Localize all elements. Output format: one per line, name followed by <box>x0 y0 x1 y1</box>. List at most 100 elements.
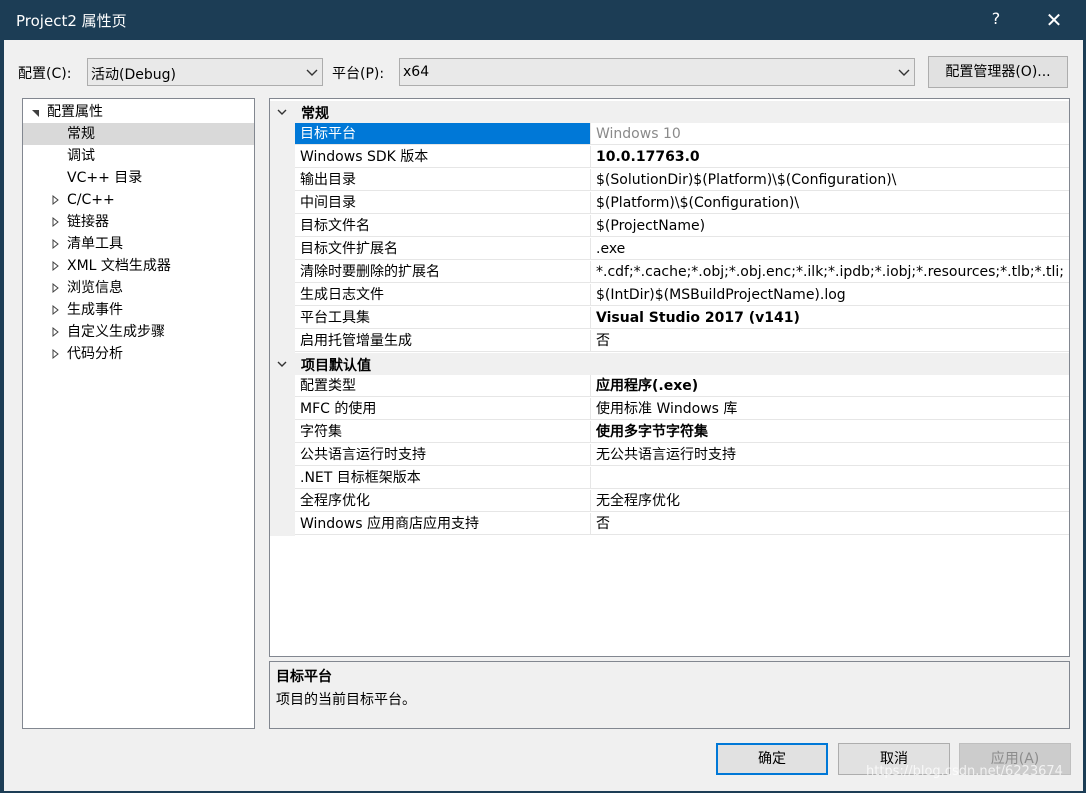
tree-item-label: 常规 <box>67 126 95 142</box>
property-value[interactable] <box>591 467 1069 489</box>
tree-item-label: 浏览信息 <box>67 280 123 296</box>
tree-item-code-analysis[interactable]: 代码分析 <box>23 343 254 365</box>
tree-item-label: 清单工具 <box>67 236 123 252</box>
property-row[interactable]: Windows SDK 版本 10.0.17763.0 <box>270 146 1069 169</box>
tree-item-config-properties[interactable]: 配置属性 <box>23 101 254 123</box>
property-row[interactable]: 配置类型 应用程序(.exe) <box>270 375 1069 398</box>
property-name: 配置类型 <box>295 375 591 397</box>
property-value[interactable]: 否 <box>591 513 1069 535</box>
description-pane: 目标平台 项目的当前目标平台。 <box>269 661 1070 729</box>
collapsed-triangle-icon <box>52 238 59 250</box>
property-row[interactable]: 生成日志文件 $(IntDir)$(MSBuildProjectName).lo… <box>270 284 1069 307</box>
property-value[interactable]: $(Platform)\$(Configuration)\ <box>591 192 1069 214</box>
section-title: 项目默认值 <box>301 358 371 374</box>
property-value[interactable]: 使用标准 Windows 库 <box>591 398 1069 420</box>
property-value[interactable]: 无全程序优化 <box>591 490 1069 512</box>
close-button[interactable]: ✕ <box>1040 6 1068 34</box>
property-row[interactable]: 平台工具集 Visual Studio 2017 (v141) <box>270 307 1069 330</box>
property-name: 目标平台 <box>295 123 591 145</box>
property-grid: 常规 目标平台 Windows 10 Windows SDK 版本 10.0.1… <box>269 98 1070 657</box>
tree-item-browse-info[interactable]: 浏览信息 <box>23 277 254 299</box>
config-label: 配置(C): <box>18 66 72 82</box>
property-value[interactable]: 否 <box>591 330 1069 352</box>
config-combo-value: 活动(Debug) <box>91 67 176 83</box>
tree-item-debugging[interactable]: 调试 <box>23 145 254 167</box>
collapsed-triangle-icon <box>52 304 59 316</box>
property-name: 公共语言运行时支持 <box>295 444 591 466</box>
property-name: .NET 目标框架版本 <box>295 467 591 489</box>
property-row[interactable]: 中间目录 $(Platform)\$(Configuration)\ <box>270 192 1069 215</box>
property-value[interactable]: 应用程序(.exe) <box>591 375 1069 397</box>
property-name: 全程序优化 <box>295 490 591 512</box>
config-manager-button[interactable]: 配置管理器(O)... <box>928 56 1068 88</box>
help-button[interactable]: ? <box>986 9 1006 28</box>
watermark-text: https://blog.csdn.net/6223674 <box>866 764 1063 779</box>
tree-item-label: 生成事件 <box>67 302 123 318</box>
property-name: 字符集 <box>295 421 591 443</box>
tree-item-c-cpp[interactable]: C/C++ <box>23 189 254 211</box>
tree-item-label: XML 文档生成器 <box>67 258 171 274</box>
property-name: 启用托管增量生成 <box>295 330 591 352</box>
property-tree: 配置属性 常规 调试 VC++ 目录 C/C++ 链接器 清单工具 XML 文档… <box>22 98 255 729</box>
tree-item-label: 代码分析 <box>67 346 123 362</box>
tree-item-custom-build-step[interactable]: 自定义生成步骤 <box>23 321 254 343</box>
collapsed-triangle-icon <box>52 326 59 338</box>
property-name: Windows 应用商店应用支持 <box>295 513 591 535</box>
tree-item-general[interactable]: 常规 <box>23 123 254 145</box>
property-name: 中间目录 <box>295 192 591 214</box>
property-value[interactable]: *.cdf;*.cache;*.obj;*.obj.enc;*.ilk;*.ip… <box>591 261 1069 283</box>
description-title: 目标平台 <box>276 669 332 685</box>
tree-item-linker[interactable]: 链接器 <box>23 211 254 233</box>
property-row[interactable]: 清除时要删除的扩展名 *.cdf;*.cache;*.obj;*.obj.enc… <box>270 261 1069 284</box>
tree-item-label: C/C++ <box>67 192 115 208</box>
property-row[interactable]: .NET 目标框架版本 <box>270 467 1069 490</box>
property-value[interactable]: Visual Studio 2017 (v141) <box>591 307 1069 329</box>
tree-item-label: VC++ 目录 <box>67 170 143 186</box>
property-value[interactable]: .exe <box>591 238 1069 260</box>
expanded-triangle-icon <box>32 110 39 117</box>
property-row[interactable]: 字符集 使用多字节字符集 <box>270 421 1069 444</box>
tree-item-vc-directories[interactable]: VC++ 目录 <box>23 167 254 189</box>
property-row[interactable]: 启用托管增量生成 否 <box>270 330 1069 353</box>
property-row[interactable]: 目标文件名 $(ProjectName) <box>270 215 1069 238</box>
ok-button[interactable]: 确定 <box>716 743 828 775</box>
property-name: 清除时要删除的扩展名 <box>295 261 591 283</box>
config-combo[interactable]: 活动(Debug) <box>87 58 323 86</box>
property-row[interactable]: 目标文件扩展名 .exe <box>270 238 1069 261</box>
property-row[interactable]: Windows 应用商店应用支持 否 <box>270 513 1069 536</box>
property-value[interactable]: $(IntDir)$(MSBuildProjectName).log <box>591 284 1069 306</box>
property-value[interactable]: Windows 10 <box>591 123 1069 145</box>
property-pages-dialog: Project2 属性页 ? ✕ 配置(C): 活动(Debug) 平台(P):… <box>0 0 1086 793</box>
property-row[interactable]: 公共语言运行时支持 无公共语言运行时支持 <box>270 444 1069 467</box>
property-row[interactable]: 输出目录 $(SolutionDir)$(Platform)\$(Configu… <box>270 169 1069 192</box>
property-name: MFC 的使用 <box>295 398 591 420</box>
tree-item-label: 调试 <box>67 148 95 164</box>
property-row[interactable]: MFC 的使用 使用标准 Windows 库 <box>270 398 1069 421</box>
property-row[interactable]: 全程序优化 无全程序优化 <box>270 490 1069 513</box>
collapsed-triangle-icon <box>52 194 59 206</box>
property-name: Windows SDK 版本 <box>295 146 591 168</box>
property-name: 目标文件扩展名 <box>295 238 591 260</box>
tree-item-xml-doc-generator[interactable]: XML 文档生成器 <box>23 255 254 277</box>
property-value[interactable]: 10.0.17763.0 <box>591 146 1069 168</box>
tree-item-manifest-tool[interactable]: 清单工具 <box>23 233 254 255</box>
chevron-down-icon <box>277 109 287 115</box>
property-name: 生成日志文件 <box>295 284 591 306</box>
collapsed-triangle-icon <box>52 348 59 360</box>
property-value[interactable]: $(SolutionDir)$(Platform)\$(Configuratio… <box>591 169 1069 191</box>
property-name: 输出目录 <box>295 169 591 191</box>
section-project-defaults[interactable]: 项目默认值 <box>270 353 1069 375</box>
property-value[interactable]: 无公共语言运行时支持 <box>591 444 1069 466</box>
collapsed-triangle-icon <box>52 282 59 294</box>
property-value[interactable]: $(ProjectName) <box>591 215 1069 237</box>
property-value[interactable]: 使用多字节字符集 <box>591 421 1069 443</box>
platform-combo[interactable]: x64 <box>399 58 915 86</box>
window-title: Project2 属性页 <box>16 12 127 30</box>
description-text: 项目的当前目标平台。 <box>276 692 416 708</box>
section-general[interactable]: 常规 <box>270 101 1069 123</box>
chevron-down-icon <box>898 69 910 76</box>
property-name: 目标文件名 <box>295 215 591 237</box>
collapsed-triangle-icon <box>52 260 59 272</box>
property-row[interactable]: 目标平台 Windows 10 <box>270 123 1069 146</box>
tree-item-build-events[interactable]: 生成事件 <box>23 299 254 321</box>
